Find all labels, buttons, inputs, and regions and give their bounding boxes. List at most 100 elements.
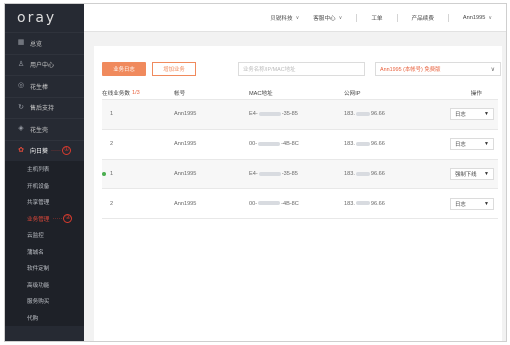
row-ip: 183. 96.66 — [344, 141, 385, 148]
row-number: 1 — [102, 171, 174, 177]
annotation-marker-1: ····· ① — [51, 146, 72, 156]
account-select-value: Ann1995 (本帐号) 免费版 — [380, 67, 441, 73]
redacted — [258, 141, 281, 146]
redacted — [355, 141, 370, 146]
redacted — [258, 201, 281, 206]
row-number: 2 — [110, 200, 114, 207]
caret-down-icon: ▼ — [484, 111, 489, 118]
sidebar-item-overview[interactable]: ▦ 总览 — [5, 32, 84, 54]
top-nav: 贝锐科技 ∨ 客服中心 ∨ 工单 产品续费 Ann1995 ∨ — [84, 4, 506, 32]
row-account: Ann1995 — [174, 111, 197, 118]
submenu-item-share-management[interactable]: 共享管理 — [5, 194, 84, 211]
topnav-company[interactable]: 贝锐科技 ∨ — [270, 14, 299, 22]
chevron-down-icon: ∨ — [488, 14, 492, 21]
divider — [396, 13, 398, 22]
search-input[interactable]: 业务名称/IP/MAC地址 — [238, 62, 365, 76]
table-header: 在线业务数 1/3 帐号 MAC地址 公网IP 操作 — [102, 86, 498, 100]
chevron-down-icon: ∨ — [338, 14, 343, 21]
submenu-item-purchase[interactable]: 服务购买 — [5, 293, 84, 310]
row-account: Ann1995 — [174, 141, 197, 148]
row-ip: 183. 96.66 — [344, 200, 385, 207]
submenu-item-domain[interactable]: 蒲城名 — [5, 244, 84, 261]
redacted — [258, 111, 281, 116]
submenu-item-cloud-monitor[interactable]: 云监控 — [5, 227, 84, 244]
annotation-marker-2: ····· ② — [52, 214, 73, 224]
row-action-cell: 日志 ▼ — [439, 138, 498, 151]
submenu-item-host-list[interactable]: 主机列表 — [5, 161, 84, 178]
topnav-user-menu[interactable]: Ann1995 ∨ — [463, 15, 492, 21]
row-number: 1 — [110, 111, 114, 118]
caret-down-icon: ▼ — [484, 141, 489, 148]
column-header-ip: 公网IP — [344, 90, 361, 97]
sidebar-item-label: 花生壳 — [30, 127, 49, 134]
business-log-button[interactable]: 业务日志 — [102, 62, 146, 76]
user-icon: ♙ — [17, 60, 25, 68]
row-number: 2 — [110, 141, 114, 148]
sidebar-item-support[interactable]: ↻ 售后支持 — [5, 96, 84, 119]
submenu: 主机列表 开机设备 共享管理 业务管理 ····· ② 云监控 蒲城名 软件定制 … — [5, 161, 84, 326]
sidebar-item-label: 向日葵 — [30, 149, 49, 156]
action-dropdown[interactable]: 日志 ▼ — [450, 138, 494, 151]
chevron-down-icon: ∨ — [295, 14, 300, 21]
sidebar-item-user-center[interactable]: ♙ 用户中心 — [5, 53, 84, 76]
gear-icon: ✿ — [18, 146, 24, 154]
logo: oray — [17, 10, 57, 26]
sidebar-item-peanut-stick[interactable]: ◎ 花生棒 — [5, 75, 84, 97]
action-dropdown[interactable]: 日志 ▼ — [450, 197, 494, 210]
add-business-button[interactable]: 增加业务 — [152, 62, 196, 76]
row-action-cell: 强制下线 ▼ — [439, 167, 498, 180]
online-count: 1/3 — [131, 89, 140, 96]
sidebar: oray ▦ 总览 ♙ 用户中心 ◎ 花生棒 ↻ 售后支持 ◈ 花生壳 ✿ 向日… — [5, 4, 84, 341]
caret-down-icon: ▼ — [484, 200, 489, 207]
row-account: Ann1995 — [174, 200, 197, 207]
row-ip: 183. 96.66 — [344, 111, 385, 118]
toolbar: 业务日志 增加业务 业务名称/IP/MAC地址 Ann1995 (本帐号) 免费… — [102, 58, 501, 78]
submenu-item-proxy-purchase[interactable]: 代购 — [5, 310, 84, 327]
redacted — [355, 111, 370, 116]
refresh-icon: ↻ — [18, 103, 24, 111]
column-header-account: 帐号 — [174, 90, 186, 97]
action-dropdown[interactable]: 强制下线 ▼ — [450, 167, 494, 180]
sidebar-item-peanut-shell[interactable]: ◈ 花生壳 — [5, 118, 84, 140]
divider — [356, 13, 358, 22]
online-status-dot — [102, 171, 106, 176]
topnav-tickets[interactable]: 工单 — [371, 14, 382, 22]
table-row: 1 Ann1995 E4- -35-85 183. 96.66 强制下线 ▼ — [102, 159, 498, 190]
table-body: 1 Ann1995 E4- -35-85 183. 96.66 日志 ▼ 2 Ann1… — [102, 100, 498, 220]
submenu-item-software-custom[interactable]: 软件定制 — [5, 260, 84, 277]
table-row: 2 Ann1995 00- -4B-8C 183. 96.66 日志 ▼ — [102, 130, 498, 160]
account-select[interactable]: Ann1995 (本帐号) 免费版 ∨ — [375, 62, 501, 76]
redacted — [258, 171, 281, 176]
table-row: 2 Ann1995 00- -4B-8C 183. 96.66 日志 ▼ — [102, 189, 498, 220]
redacted — [355, 201, 370, 206]
row-account: Ann1995 — [174, 170, 197, 177]
topnav-service-center[interactable]: 客服中心 ∨ — [313, 14, 342, 22]
submenu-item-boot-devices[interactable]: 开机设备 — [5, 178, 84, 195]
sidebar-item-label: 花生棒 — [30, 84, 49, 91]
divider — [447, 13, 449, 22]
circle-icon: ◎ — [17, 82, 25, 90]
sidebar-item-sunlogin[interactable]: ✿ 向日葵 ····· ① — [5, 139, 84, 162]
row-mac: E4- -35-85 — [249, 111, 298, 118]
row-mac: 00- -4B-8C — [249, 141, 299, 148]
sidebar-item-label: 用户中心 — [30, 63, 55, 70]
topnav-renew[interactable]: 产品续费 — [412, 14, 434, 22]
column-header-online: 在线业务数 1/3 — [102, 89, 140, 97]
sidebar-item-label: 总览 — [30, 41, 43, 48]
row-mac: E4- -35-85 — [249, 170, 298, 177]
column-header-action: 操作 — [470, 90, 482, 97]
sidebar-item-label: 售后支持 — [30, 106, 55, 113]
redacted — [355, 171, 370, 176]
shield-icon: ◈ — [18, 125, 24, 133]
caret-down-icon: ▼ — [484, 170, 489, 177]
row-action-cell: 日志 ▼ — [439, 108, 498, 121]
row-action-cell: 日志 ▼ — [439, 197, 498, 210]
table-row: 1 Ann1995 E4- -35-85 183. 96.66 日志 ▼ — [102, 100, 498, 130]
row-ip: 183. 96.66 — [344, 170, 385, 177]
main-content: 业务日志 增加业务 业务名称/IP/MAC地址 Ann1995 (本帐号) 免费… — [84, 32, 506, 341]
grid-icon: ▦ — [17, 39, 25, 47]
action-dropdown[interactable]: 日志 ▼ — [450, 108, 494, 121]
submenu-item-business-management[interactable]: 业务管理 ····· ② — [5, 211, 84, 228]
submenu-item-advanced[interactable]: 高级功能 — [5, 277, 84, 294]
app-window: oray ▦ 总览 ♙ 用户中心 ◎ 花生棒 ↻ 售后支持 ◈ 花生壳 ✿ 向日… — [4, 3, 507, 342]
